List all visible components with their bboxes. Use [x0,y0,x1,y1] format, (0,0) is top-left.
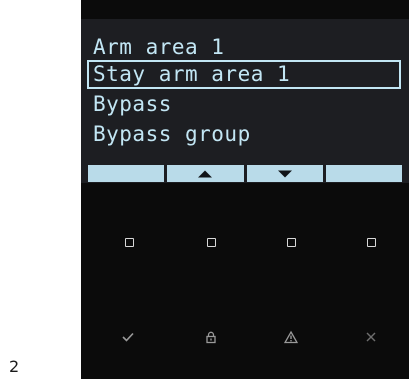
menu-item-stay-arm-area[interactable]: Stay arm area 1 [87,60,401,89]
function-key-4[interactable] [367,238,376,247]
lcd-screen: Arm area 1 Stay arm area 1 Bypass Bypass… [81,19,409,183]
warning-icon[interactable] [284,330,298,344]
down-arrow-icon [277,170,292,177]
softkey-down[interactable] [246,165,323,182]
softkey-bar [88,165,402,182]
function-key-3[interactable] [287,238,296,247]
keypad-device: Arm area 1 Stay arm area 1 Bypass Bypass… [81,0,409,379]
cancel-x-icon[interactable] [364,330,378,344]
softkey-left-blank[interactable] [88,165,165,182]
menu-item-bypass-group[interactable]: Bypass group [88,121,400,148]
function-key-2[interactable] [207,238,216,247]
lock-icon[interactable] [204,330,218,344]
up-arrow-icon [198,170,213,177]
check-icon[interactable] [121,330,135,344]
softkey-right-blank[interactable] [325,165,402,182]
menu-item-arm-area[interactable]: Arm area 1 [88,34,400,61]
softkey-up[interactable] [167,165,244,182]
menu-item-bypass[interactable]: Bypass [88,91,400,118]
page-number: 2 [9,357,20,376]
function-key-1[interactable] [125,238,134,247]
